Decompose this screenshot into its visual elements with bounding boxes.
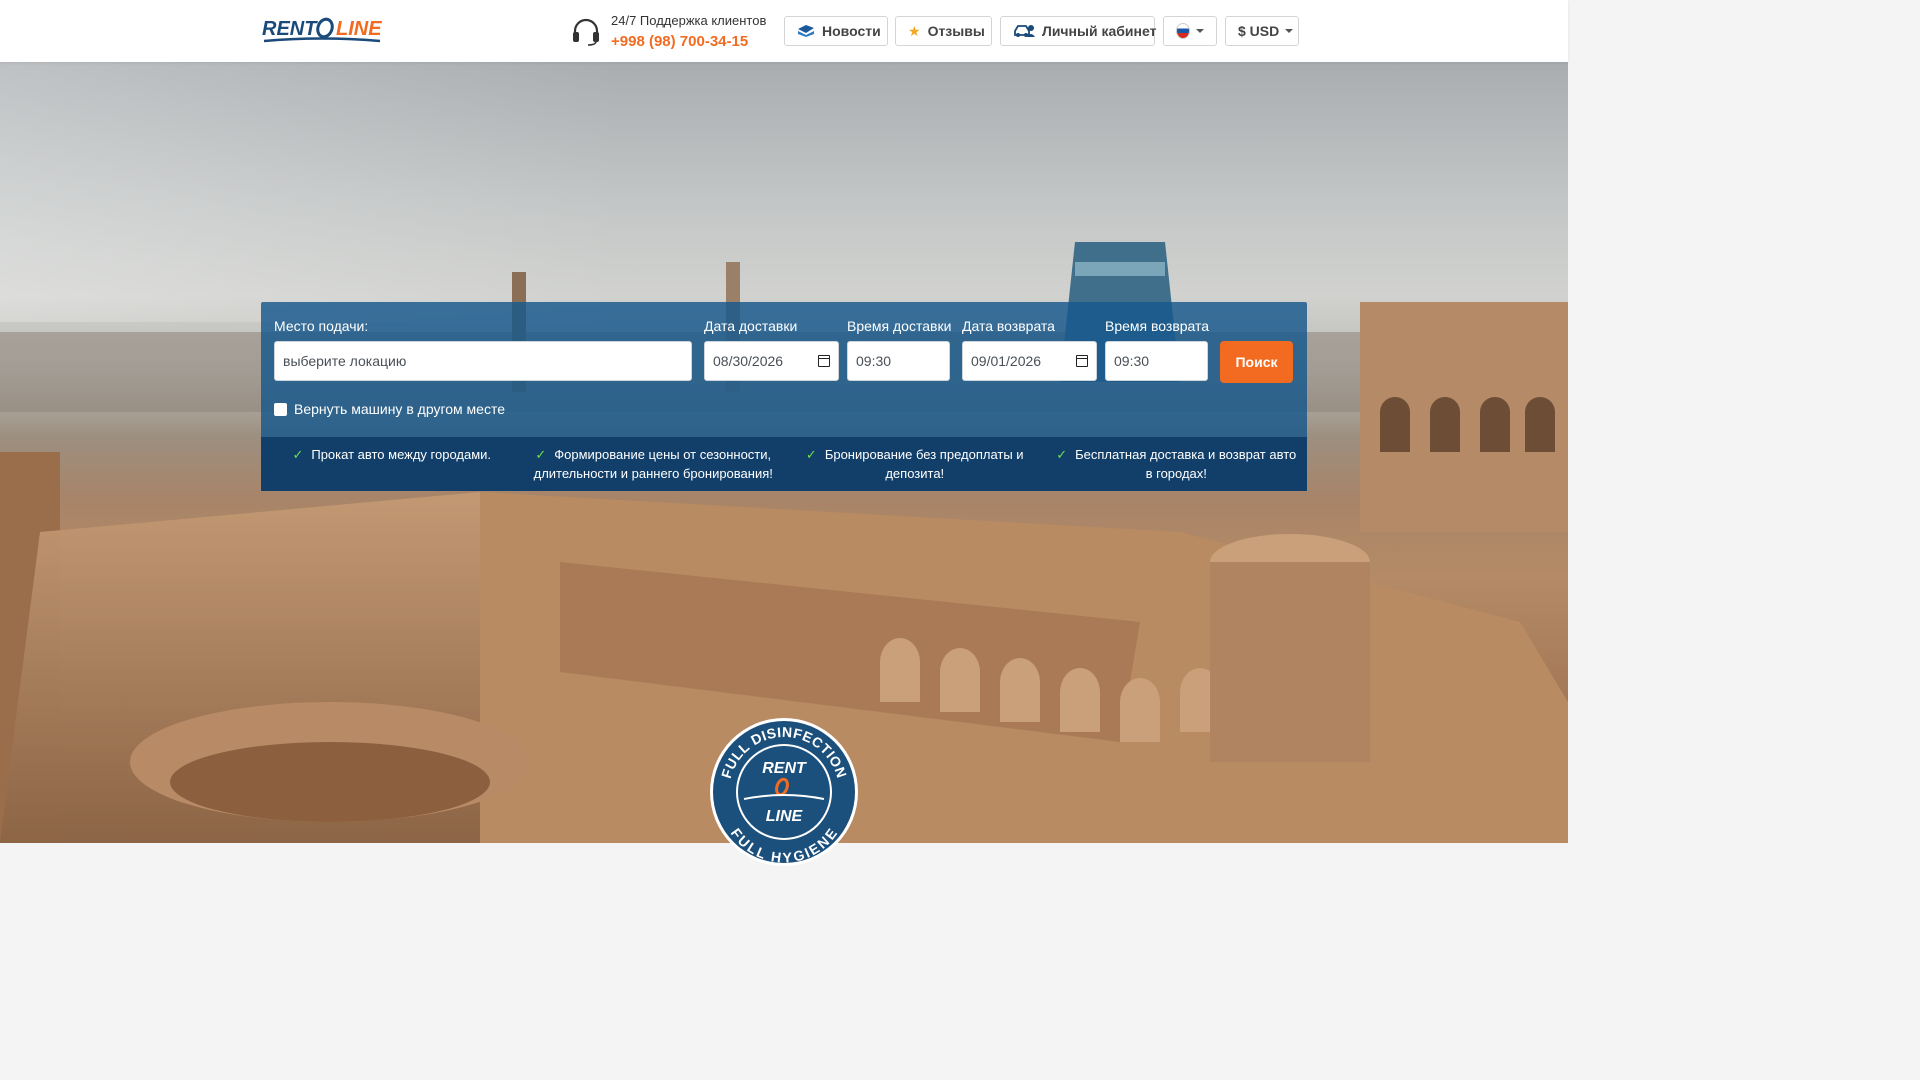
delivery-time-label: Время доставки bbox=[847, 318, 952, 334]
search-form: Место подачи: выберите локацию Дата дост… bbox=[261, 302, 1307, 437]
account-button[interactable]: Личный кабинет bbox=[1000, 16, 1157, 46]
pickup-location-placeholder: выберите локацию bbox=[283, 353, 407, 369]
headset-icon bbox=[573, 18, 599, 46]
search-button[interactable]: Поиск bbox=[1220, 341, 1293, 383]
full-disinfection-badge: FULL DISINFECTION FULL HYGIENE RENT LINE bbox=[710, 718, 858, 866]
return-date-label: Дата возврата bbox=[962, 318, 1055, 334]
return-time-value: 09:30 bbox=[1114, 353, 1150, 369]
feature-text: Формирование цены от сезонности, длитель… bbox=[533, 447, 773, 481]
russia-flag-icon bbox=[1176, 23, 1190, 39]
account-label: Личный кабинет bbox=[1042, 23, 1157, 39]
star-icon: ★ bbox=[908, 22, 921, 39]
svg-text:LINE: LINE bbox=[336, 18, 382, 40]
delivery-date-value: 08/30/2026 bbox=[713, 353, 784, 369]
feature-item: ✓ Прокат авто между городами. bbox=[261, 437, 523, 491]
return-date-input[interactable]: 09/01/2026 bbox=[962, 341, 1097, 381]
check-icon: ✓ bbox=[535, 447, 547, 462]
currency-dropdown[interactable]: $ USD bbox=[1225, 16, 1299, 46]
feature-text: Прокат авто между городами. bbox=[311, 447, 492, 462]
currency-label: $ USD bbox=[1238, 23, 1280, 39]
delivery-date-input[interactable]: 08/30/2026 bbox=[704, 341, 839, 381]
feature-text: Бесплатная доставка и возврат авто в гор… bbox=[1075, 447, 1297, 481]
features-bar: ✓ Прокат авто между городами. ✓ Формирован… bbox=[261, 437, 1307, 491]
chevron-down-icon bbox=[1196, 29, 1204, 33]
feature-item: ✓ Бронирование без предоплаты и депозита! bbox=[784, 437, 1046, 491]
feature-item: ✓ Бесплатная доставка и возврат авто в го… bbox=[1046, 437, 1308, 491]
chevron-down-icon bbox=[1285, 29, 1294, 33]
site-header: RENT LINE 24/7 Поддержка клиентов +998 (… bbox=[0, 0, 1568, 62]
pickup-location-input[interactable]: выберите локацию bbox=[274, 341, 692, 381]
return-date-value: 09/01/2026 bbox=[971, 353, 1042, 369]
pickup-location-label: Место подачи: bbox=[274, 318, 369, 334]
calendar-icon[interactable] bbox=[1076, 355, 1088, 367]
feature-text: Бронирование без предоплаты и депозита! bbox=[824, 447, 1024, 481]
news-button[interactable]: Новости bbox=[784, 16, 888, 46]
badge-center-top: RENT bbox=[762, 760, 807, 777]
delivery-date-label: Дата доставки bbox=[704, 318, 798, 334]
check-icon: ✓ bbox=[292, 447, 304, 462]
return-time-input[interactable]: 09:30 bbox=[1105, 341, 1208, 381]
feature-item: ✓ Формирование цены от сезонности, длител… bbox=[523, 437, 785, 491]
language-dropdown[interactable] bbox=[1163, 16, 1217, 46]
newspaper-icon bbox=[797, 24, 815, 38]
car-user-icon bbox=[1013, 23, 1035, 39]
check-icon: ✓ bbox=[1056, 447, 1068, 462]
reviews-label: Отзывы bbox=[927, 23, 985, 39]
badge-center-bottom: LINE bbox=[766, 808, 804, 825]
rent-line-logo[interactable]: RENT LINE bbox=[262, 14, 382, 48]
support-phone-link[interactable]: +998 (98) 700-34-15 bbox=[611, 33, 748, 50]
news-label: Новости bbox=[822, 23, 881, 39]
delivery-time-input[interactable]: 09:30 bbox=[847, 341, 950, 381]
check-icon: ✓ bbox=[805, 447, 817, 462]
delivery-time-value: 09:30 bbox=[856, 353, 892, 369]
return-time-label: Время возврата bbox=[1105, 318, 1210, 334]
return-elsewhere-checkbox[interactable]: Вернуть машину в другом месте bbox=[274, 401, 505, 417]
reviews-button[interactable]: ★ Отзывы bbox=[895, 16, 992, 46]
svg-text:RENT: RENT bbox=[262, 18, 318, 40]
support-label: 24/7 Поддержка клиентов bbox=[611, 13, 767, 28]
return-elsewhere-label: Вернуть машину в другом месте bbox=[294, 401, 505, 417]
checkbox-box[interactable] bbox=[274, 402, 287, 416]
calendar-icon[interactable] bbox=[818, 355, 830, 367]
